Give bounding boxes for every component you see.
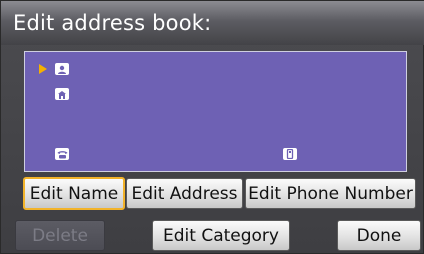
- page-title: Edit address book:: [13, 11, 212, 35]
- phone-icon[interactable]: [55, 148, 69, 160]
- edit-name-button[interactable]: Edit Name: [23, 177, 125, 210]
- done-button[interactable]: Done: [337, 220, 421, 251]
- address-entry-panel: [24, 51, 407, 172]
- edit-address-button[interactable]: Edit Address: [126, 178, 243, 209]
- edit-phone-number-button[interactable]: Edit Phone Number: [245, 178, 416, 209]
- title-bar: Edit address book:: [1, 1, 424, 45]
- edit-category-button[interactable]: Edit Category: [152, 220, 290, 251]
- mobile-icon[interactable]: [283, 148, 297, 160]
- cursor-arrow-icon: [39, 64, 47, 74]
- delete-button: Delete: [15, 220, 105, 251]
- home-icon[interactable]: [55, 88, 69, 100]
- edit-address-book-screen: Edit address book: Edit Name Edit Addres…: [0, 0, 424, 254]
- person-icon[interactable]: [55, 63, 69, 75]
